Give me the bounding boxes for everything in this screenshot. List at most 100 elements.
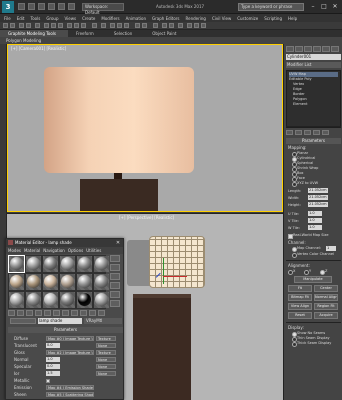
me-menu-modes[interactable]: Modes xyxy=(8,248,21,253)
region-fit-button[interactable]: Region Fit xyxy=(314,303,338,310)
menu-create[interactable]: Create xyxy=(82,16,95,21)
tab-object-paint[interactable]: Object Paint xyxy=(144,30,188,37)
object-name-input[interactable]: Cylinder001 xyxy=(286,54,341,60)
open-file-icon[interactable] xyxy=(28,3,35,10)
map-button[interactable]: Map #4 ( Emission Shader ) xyxy=(46,385,94,390)
vertex-color-channel-radio[interactable]: Vertex Color Channel xyxy=(292,252,334,258)
options-icon[interactable] xyxy=(110,300,120,307)
menu-views[interactable]: Views xyxy=(65,16,77,21)
render-setup-icon[interactable] xyxy=(187,23,192,28)
move-icon[interactable] xyxy=(67,23,72,28)
length-spinner[interactable]: 21.052cm xyxy=(308,188,328,193)
viewport-label[interactable]: [+] [Perspective] [Realistic] xyxy=(119,215,174,220)
map-dropdown[interactable]: None xyxy=(96,371,116,376)
reset-button[interactable]: Reset xyxy=(288,312,312,319)
viewport-label[interactable]: [+] [Camera001] [Realistic] xyxy=(11,46,66,51)
modify-tab-icon[interactable] xyxy=(295,46,303,52)
modifier-list-dropdown[interactable]: Modifier List xyxy=(286,62,341,68)
value-spinner[interactable]: 1.0 xyxy=(46,357,60,362)
thin-seam-display-radio[interactable]: Thin Seam Display xyxy=(292,336,330,342)
manipulate-button[interactable]: Manipulate xyxy=(294,276,332,283)
height-spinner[interactable]: 21.052cm xyxy=(308,202,328,207)
w-tile-spinner[interactable]: 1.0 xyxy=(308,225,322,230)
selection-filter-icon[interactable] xyxy=(35,23,40,28)
fit-button[interactable]: Fit xyxy=(288,285,312,292)
material-sample-slot[interactable] xyxy=(26,274,41,290)
menu-edit[interactable]: Edit xyxy=(17,16,25,21)
show-in-viewport-icon[interactable] xyxy=(71,310,78,316)
thick-seam-display-radio[interactable]: Thick Seam Display xyxy=(292,341,331,347)
video-color-check-icon[interactable] xyxy=(110,291,120,298)
v-tile-spinner[interactable]: 1.0 xyxy=(308,218,322,223)
metallic-checkbox[interactable] xyxy=(46,379,50,383)
map-channel-spinner[interactable]: 1 xyxy=(326,246,336,251)
rendered-frame-icon[interactable] xyxy=(194,23,199,28)
motion-tab-icon[interactable] xyxy=(313,46,321,52)
material-sample-slot[interactable] xyxy=(60,256,75,272)
map-dropdown[interactable]: Texture xyxy=(96,336,116,341)
rotate-icon[interactable] xyxy=(74,23,79,28)
map-dropdown[interactable]: None xyxy=(96,364,116,369)
view-align-button[interactable]: View Align xyxy=(288,303,312,310)
menu-customize[interactable]: Customize xyxy=(237,16,258,21)
create-tab-icon[interactable] xyxy=(286,46,294,52)
material-sample-slot[interactable] xyxy=(43,292,58,308)
material-editor-title[interactable]: Material Editor - lamp shade xyxy=(6,239,123,247)
layer-manager-icon[interactable] xyxy=(153,23,158,28)
region-select-icon[interactable] xyxy=(58,23,63,28)
unlink-icon[interactable] xyxy=(26,23,31,28)
map-button[interactable]: Map #0 ( Image Texture ) xyxy=(46,336,94,341)
mapping-shrink-wrap-radio[interactable]: Shrink Wrap xyxy=(292,166,318,172)
material-sample-slot[interactable] xyxy=(9,274,24,290)
menu-modifiers[interactable]: Modifiers xyxy=(101,16,119,21)
redo-tool-icon[interactable] xyxy=(10,23,15,28)
acquire-button[interactable]: Acquire xyxy=(314,312,338,319)
material-editor-close-button[interactable]: ✕ xyxy=(114,239,122,247)
gizmo-x-axis[interactable] xyxy=(163,276,187,277)
sample-type-icon[interactable] xyxy=(110,255,120,262)
pick-material-icon[interactable] xyxy=(10,318,36,324)
reset-map-icon[interactable] xyxy=(35,310,42,316)
align-x-radio[interactable]: X xyxy=(288,269,295,275)
u-tile-spinner[interactable]: 1.0 xyxy=(308,211,322,216)
material-sample-slot[interactable] xyxy=(94,256,109,272)
map-dropdown[interactable]: None xyxy=(96,343,116,348)
align-icon[interactable] xyxy=(142,23,147,28)
menu-graph-editors[interactable]: Graph Editors xyxy=(152,16,179,21)
utilities-tab-icon[interactable] xyxy=(331,46,339,52)
mapping-face-radio[interactable]: Face xyxy=(292,176,305,182)
map-channel-radio[interactable]: Map Channel: xyxy=(292,246,321,252)
me-menu-options[interactable]: Options xyxy=(68,248,83,253)
normal-align-button[interactable]: Normal Align xyxy=(314,294,338,301)
mirror-icon[interactable] xyxy=(135,23,140,28)
material-editor-icon[interactable] xyxy=(178,23,183,28)
me-menu-utilities[interactable]: Utilities xyxy=(86,248,101,253)
angle-snap-icon[interactable] xyxy=(117,23,122,28)
material-sample-slot[interactable] xyxy=(26,292,41,308)
me-menu-navigation[interactable]: Navigation xyxy=(43,248,65,253)
put-to-library-icon[interactable] xyxy=(53,310,60,316)
remove-modifier-icon[interactable] xyxy=(313,130,320,135)
value-spinner[interactable]: 0.0 xyxy=(46,343,60,348)
lamp-base-mesh[interactable] xyxy=(133,298,191,400)
menu-group[interactable]: Group xyxy=(46,16,58,21)
map-dropdown[interactable]: Texture xyxy=(96,350,116,355)
undo-icon[interactable] xyxy=(48,3,55,10)
lamp-shade-mesh[interactable] xyxy=(149,236,205,288)
save-file-icon[interactable] xyxy=(38,3,45,10)
menu-civil-view[interactable]: Civil View xyxy=(212,16,231,21)
menu-help[interactable]: Help xyxy=(288,16,297,21)
material-sample-slot[interactable] xyxy=(43,256,58,272)
close-button[interactable]: ✕ xyxy=(330,2,340,11)
search-input[interactable]: Type a keyword or phrase xyxy=(238,3,304,11)
hierarchy-tab-icon[interactable] xyxy=(304,46,312,52)
mapping-planar-radio[interactable]: Planar xyxy=(292,151,308,157)
material-sample-slot[interactable] xyxy=(94,292,109,308)
select-object-icon[interactable] xyxy=(44,23,49,28)
material-id-icon[interactable] xyxy=(62,310,69,316)
put-to-scene-icon[interactable] xyxy=(17,310,24,316)
mapping-cylindrical-radio[interactable]: Cylindrical xyxy=(292,156,315,162)
real-world-map-size-checkbox[interactable]: Real-World Map Size xyxy=(288,233,329,239)
pivot-center-icon[interactable] xyxy=(101,23,106,28)
link-icon[interactable] xyxy=(19,23,24,28)
